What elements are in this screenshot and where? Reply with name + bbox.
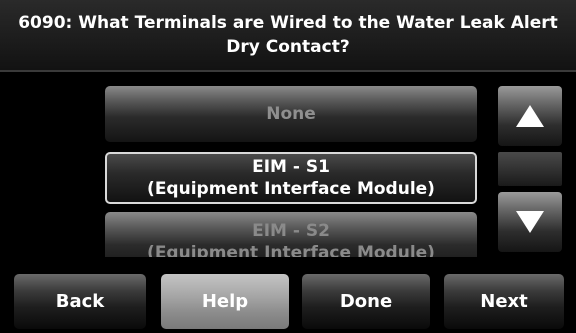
option-label: EIM - S1 bbox=[252, 157, 330, 177]
option-sublabel: (Equipment Interface Module) bbox=[147, 179, 435, 199]
footer-bar: Back Help Done Next bbox=[0, 262, 576, 333]
option-label: None bbox=[266, 104, 316, 124]
header: 6090: What Terminals are Wired to the Wa… bbox=[0, 0, 576, 72]
scrollbar-thumb[interactable] bbox=[498, 152, 562, 186]
help-button[interactable]: Help bbox=[161, 274, 289, 329]
back-button[interactable]: Back bbox=[14, 274, 146, 329]
option-none[interactable]: None bbox=[105, 86, 477, 142]
option-label: EIM - S2 bbox=[252, 221, 330, 241]
thermostat-screen: 6090: What Terminals are Wired to the Wa… bbox=[0, 0, 576, 333]
arrow-up-icon bbox=[516, 105, 544, 127]
scroll-down-button[interactable] bbox=[498, 192, 562, 252]
option-list: None EIM - S1 (Equipment Interface Modul… bbox=[0, 72, 576, 257]
arrow-down-icon bbox=[516, 211, 544, 233]
done-button[interactable]: Done bbox=[302, 274, 430, 329]
option-eim-s1[interactable]: EIM - S1 (Equipment Interface Module) bbox=[105, 152, 477, 204]
scroll-up-button[interactable] bbox=[498, 86, 562, 146]
next-button[interactable]: Next bbox=[444, 274, 564, 329]
page-title: 6090: What Terminals are Wired to the Wa… bbox=[18, 13, 558, 57]
option-sublabel: (Equipment Interface Module) bbox=[147, 243, 435, 257]
option-eim-s2[interactable]: EIM - S2 (Equipment Interface Module) bbox=[105, 212, 477, 257]
